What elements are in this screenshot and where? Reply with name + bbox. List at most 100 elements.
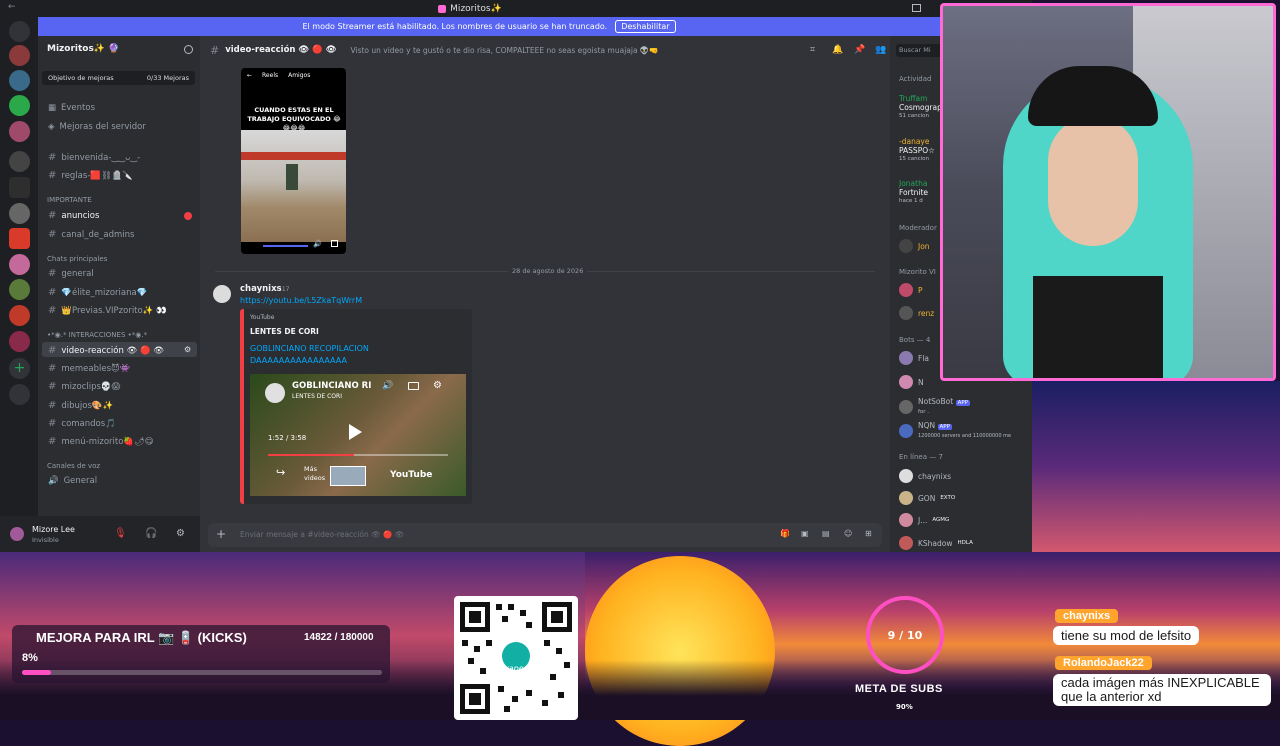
channel-boosts[interactable]: ◈ Mejoras del servidor (48, 122, 146, 132)
server-icon[interactable] (9, 151, 30, 172)
member-sub: 1200000 servers and 110000000 me (918, 433, 1012, 439)
captions-icon[interactable] (408, 382, 419, 390)
video-progress[interactable] (268, 454, 448, 456)
play-icon[interactable] (349, 424, 362, 440)
channel-video-reaction[interactable]: # video-reacción 👁 🔴 👁 (48, 345, 164, 356)
channel-admins[interactable]: # canal_de_admins (48, 229, 134, 240)
member-item[interactable]: chaynixs (899, 469, 951, 483)
member-item[interactable]: Jon (899, 239, 930, 253)
server-icon[interactable] (9, 177, 30, 198)
emoji-icon[interactable]: ☺ (844, 529, 852, 538)
pin-icon[interactable]: 📌 (854, 45, 865, 55)
unread-badge (184, 212, 192, 220)
member-item[interactable]: NotSoBot APP for . (899, 397, 970, 417)
user-settings-icon[interactable]: ⚙ (176, 528, 185, 539)
gif-icon[interactable]: ▣ (801, 529, 809, 538)
member-item[interactable]: J... AGMG (899, 513, 949, 527)
member-item[interactable]: NQN APP 1200000 servers and 110000000 me (899, 421, 1011, 441)
boost-goal[interactable]: Objetivo de mejoras 0/33 Mejoras (42, 71, 195, 85)
avatar[interactable] (10, 527, 24, 541)
member-item[interactable]: KShadow HDLA (899, 536, 973, 550)
category-important[interactable]: IMPORTANTE (47, 196, 92, 204)
server-icon[interactable] (9, 95, 30, 116)
channel-announcements[interactable]: # anuncios (48, 210, 99, 221)
channel-mizoclips[interactable]: # mizoclips💀😱 (48, 381, 120, 392)
bell-icon[interactable]: 🔔 (832, 45, 843, 55)
channel-events[interactable]: ▦ Eventos (48, 103, 95, 113)
video-player[interactable]: GOBLINCIANO RI LENTES DE CORI 🔊 ⚙ 1:52 /… (250, 374, 466, 496)
apps-icon[interactable]: ⊞ (865, 529, 872, 538)
discord-home-icon[interactable] (9, 21, 30, 42)
server-icon[interactable] (9, 121, 30, 142)
settings-icon[interactable]: ⚙ (433, 380, 442, 391)
video-channel: LENTES DE CORI (292, 393, 342, 400)
channel-vip[interactable]: # 👑Previas.VIPzorito✨ 👀 (48, 305, 167, 316)
message-input[interactable]: + Enviar mensaje a #video-reacción 👁 🔴 👁… (208, 523, 882, 547)
category-interactions[interactable]: •*◉.* INTERACCIONES •*◉.* (47, 331, 147, 339)
sticker-icon[interactable]: ▤ (822, 529, 830, 538)
threads-icon[interactable]: ⌗ (810, 45, 815, 55)
channel-menu[interactable]: # menú-mizorito🍓🌶😋 (48, 436, 154, 447)
share-icon[interactable]: ↪ (276, 466, 285, 479)
message-link[interactable]: https://youtu.be/L5ZkaTqWrrM (240, 296, 362, 305)
server-icon[interactable] (9, 228, 30, 249)
voice-channel-general[interactable]: 🔊 General (48, 476, 97, 486)
channel-elite[interactable]: # 💎élite_mizoriana💎 (48, 287, 147, 298)
embed-title[interactable]: GOBLINCIANO RECOPILACION DAAAAAAAAAAAAAA… (250, 343, 390, 367)
server-icon[interactable] (9, 254, 30, 275)
activity-item[interactable]: Jonatha Fortnite hace 1 d (899, 179, 928, 206)
server-icon[interactable] (9, 331, 30, 352)
disable-streamer-button[interactable]: Deshabilitar (615, 20, 676, 33)
server-icon[interactable] (9, 203, 30, 224)
member-tag: EXTO (940, 495, 956, 501)
activity-item[interactable]: Truffam Cosmograp 51 cancion (899, 94, 942, 121)
member-item[interactable]: Fla (899, 351, 929, 365)
streamer-banner-text: El modo Streamer está habilitado. Los no… (302, 22, 608, 31)
fullscreen-icon[interactable] (331, 240, 338, 247)
member-name: NQN (918, 421, 936, 430)
add-server-icon[interactable]: + (9, 358, 30, 379)
category-chats[interactable]: Chats principales (47, 255, 107, 263)
channel-memeables[interactable]: # memeables😈👾 (48, 363, 130, 374)
member-item[interactable]: GON EXTO (899, 491, 955, 505)
channel-general[interactable]: # general (48, 268, 94, 279)
embed-author[interactable]: LENTES DE CORI (250, 327, 319, 336)
channel-rules[interactable]: # reglas-🟥⛓🪦🔪 (48, 170, 133, 181)
avatar (899, 513, 913, 527)
embed-provider: YouTube (250, 314, 275, 321)
member-item[interactable]: P (899, 283, 923, 297)
member-item[interactable]: N (899, 375, 924, 389)
webcam-feed (940, 3, 1276, 381)
channel-comandos[interactable]: # comandos🎵 (48, 418, 116, 429)
server-icon[interactable] (9, 305, 30, 326)
add-member-icon[interactable] (184, 45, 193, 54)
channel-welcome[interactable]: # bienvenida-‿‿ᴗ‿- (48, 152, 140, 163)
category-voice[interactable]: Canales de voz (47, 462, 100, 470)
member-name: Jon (918, 241, 930, 251)
reel-video[interactable]: ← Reels Amigos CUANDO ESTAS EN EL TRABAJ… (241, 68, 346, 254)
explore-icon[interactable] (9, 384, 30, 405)
speaker-icon: 🔊 (48, 476, 59, 486)
server-icon[interactable] (9, 279, 30, 300)
server-name[interactable]: Mizoritos✨ 🔮 (47, 44, 119, 54)
server-icon[interactable] (9, 45, 30, 66)
gift-icon[interactable]: 🎁 (780, 529, 790, 538)
members-icon[interactable]: 👥 (875, 45, 886, 55)
channel-topic[interactable]: Visto un video y te gustó o te dio risa,… (351, 46, 659, 55)
member-item[interactable]: renz (899, 306, 934, 320)
youtube-logo[interactable]: YouTube (390, 470, 432, 480)
volume-icon[interactable]: 🔊 (313, 240, 322, 248)
channel-dibujos[interactable]: # dibujos🎨✨ (48, 400, 113, 411)
message-avatar[interactable] (213, 285, 231, 303)
more-videos[interactable]: Más videos (304, 465, 328, 483)
add-attachment-icon[interactable]: + (216, 527, 226, 541)
back-icon[interactable]: ← (8, 2, 16, 12)
muted-mic-icon[interactable]: 🎙 (114, 528, 127, 539)
activity-item[interactable]: -danaye PASSPO☆ 15 cancion (899, 137, 935, 164)
settings-gear-icon[interactable]: ⚙ (184, 345, 191, 354)
server-icon[interactable] (9, 70, 30, 91)
headphones-icon[interactable]: 🎧 (145, 528, 157, 539)
reel-progress[interactable] (263, 245, 308, 247)
inbox-icon[interactable] (912, 4, 921, 12)
volume-icon[interactable]: 🔊 (382, 381, 393, 391)
